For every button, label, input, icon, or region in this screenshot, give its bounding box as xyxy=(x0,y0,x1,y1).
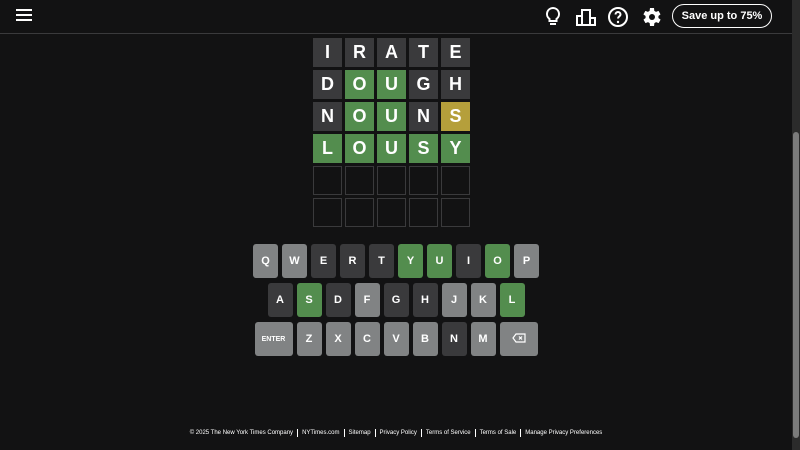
board-tile xyxy=(409,166,438,195)
help-icon[interactable] xyxy=(606,5,630,29)
key-a[interactable]: A xyxy=(267,283,293,317)
board-tile: E xyxy=(441,38,470,67)
key-o[interactable]: O xyxy=(485,244,510,278)
board-tile: N xyxy=(409,102,438,131)
key-r[interactable]: R xyxy=(340,244,365,278)
board-tile: D xyxy=(313,70,342,99)
board-tile xyxy=(313,198,342,227)
leaderboard-icon[interactable] xyxy=(574,5,598,29)
key-f[interactable]: F xyxy=(354,283,380,317)
key-i[interactable]: I xyxy=(456,244,481,278)
key-q[interactable]: Q xyxy=(253,244,278,278)
key-m[interactable]: M xyxy=(470,322,496,356)
footer-link-terms-of-service[interactable]: Terms of Service xyxy=(422,429,476,437)
board-tile: O xyxy=(345,134,374,163)
key-w[interactable]: W xyxy=(282,244,307,278)
board-tile: N xyxy=(313,102,342,131)
game-board: IRATEDOUGHNOUNSLOUSY xyxy=(313,38,480,230)
gear-icon[interactable] xyxy=(639,5,663,29)
key-p[interactable]: P xyxy=(514,244,539,278)
scrollbar[interactable] xyxy=(792,0,800,450)
keyboard-row: ENTER Z X C V B N M xyxy=(0,322,792,356)
board-tile xyxy=(345,166,374,195)
board-tile: S xyxy=(441,102,470,131)
backspace-key[interactable] xyxy=(499,322,538,356)
footer-link-manage-privacy[interactable]: Manage Privacy Preferences xyxy=(521,429,606,437)
key-k[interactable]: K xyxy=(470,283,496,317)
board-tile: U xyxy=(377,70,406,99)
board-tile: Y xyxy=(441,134,470,163)
board-tile: O xyxy=(345,70,374,99)
board-tile: I xyxy=(313,38,342,67)
key-d[interactable]: D xyxy=(325,283,351,317)
board-tile xyxy=(409,198,438,227)
keyboard-row: QWERTYUIOP xyxy=(0,244,792,278)
key-g[interactable]: G xyxy=(383,283,409,317)
board-tile xyxy=(345,198,374,227)
board-tile: U xyxy=(377,134,406,163)
board-tile: L xyxy=(313,134,342,163)
footer-link-nytimes[interactable]: NYTimes.com xyxy=(298,429,345,437)
key-u[interactable]: U xyxy=(427,244,452,278)
board-row xyxy=(313,166,480,195)
key-s[interactable]: S xyxy=(296,283,322,317)
lightbulb-icon[interactable] xyxy=(541,5,565,29)
keyboard-row: ASDFGHJKL xyxy=(0,283,792,317)
board-row: LOUSY xyxy=(313,134,480,163)
footer-link-sitemap[interactable]: Sitemap xyxy=(345,429,376,437)
board-tile xyxy=(313,166,342,195)
board-tile: S xyxy=(409,134,438,163)
key-v[interactable]: V xyxy=(383,322,409,356)
board-row xyxy=(313,198,480,227)
footer-link-terms-of-sale[interactable]: Terms of Sale xyxy=(476,429,522,437)
menu-icon[interactable] xyxy=(16,9,32,23)
key-y[interactable]: Y xyxy=(398,244,423,278)
key-e[interactable]: E xyxy=(311,244,336,278)
board-tile: U xyxy=(377,102,406,131)
board-tile: G xyxy=(409,70,438,99)
footer: © 2025 The New York Times Company NYTime… xyxy=(0,429,792,437)
board-tile xyxy=(377,166,406,195)
key-j[interactable]: J xyxy=(441,283,467,317)
board-tile: A xyxy=(377,38,406,67)
top-bar: Save up to 75% xyxy=(0,0,792,34)
board-row: IRATE xyxy=(313,38,480,67)
board-tile: T xyxy=(409,38,438,67)
key-l[interactable]: L xyxy=(499,283,525,317)
footer-copyright: © 2025 The New York Times Company xyxy=(186,429,299,437)
scrollbar-thumb[interactable] xyxy=(793,132,799,438)
on-screen-keyboard: Q W E R T Y U I O P A S D F G H J K L ENTER Z X C V B N M xyxy=(0,244,792,361)
key-t[interactable]: T xyxy=(369,244,394,278)
board-tile: H xyxy=(441,70,470,99)
board-tile xyxy=(441,198,470,227)
key-x[interactable]: X xyxy=(325,322,351,356)
key-enter[interactable]: ENTER xyxy=(254,322,293,356)
footer-link-privacy-policy[interactable]: Privacy Policy xyxy=(376,429,422,437)
key-b[interactable]: B xyxy=(412,322,438,356)
backspace-icon xyxy=(511,333,526,345)
board-tile xyxy=(377,198,406,227)
board-tile: R xyxy=(345,38,374,67)
board-row: DOUGH xyxy=(313,70,480,99)
board-tile: O xyxy=(345,102,374,131)
board-tile xyxy=(441,166,470,195)
key-h[interactable]: H xyxy=(412,283,438,317)
save-button[interactable]: Save up to 75% xyxy=(672,4,772,28)
key-z[interactable]: Z xyxy=(296,322,322,356)
key-c[interactable]: C xyxy=(354,322,380,356)
board-row: NOUNS xyxy=(313,102,480,131)
key-n[interactable]: N xyxy=(441,322,467,356)
